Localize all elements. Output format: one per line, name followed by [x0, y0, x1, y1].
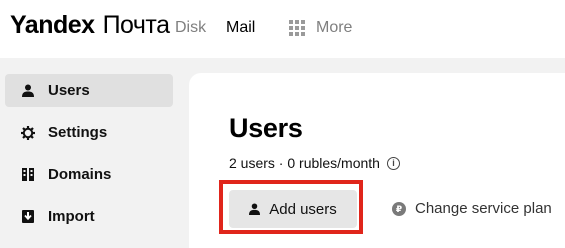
top-header: Yandex Почта Disk Mail More — [0, 0, 565, 58]
logo[interactable]: Yandex Почта — [10, 11, 170, 40]
sidebar-item-users[interactable]: Users — [5, 74, 173, 107]
logo-product: Почта — [102, 11, 170, 39]
import-icon — [21, 210, 35, 224]
nav-mail-link[interactable]: Mail — [226, 19, 255, 37]
nav-disk-link[interactable]: Disk — [175, 19, 206, 37]
user-icon — [21, 84, 35, 98]
users-summary-text: 2 users · 0 rubles/month — [229, 155, 380, 171]
sidebar: Users Settings Domains Import — [0, 58, 185, 248]
domains-icon — [21, 168, 35, 182]
ruble-icon: ₽ — [392, 201, 406, 216]
sidebar-item-import[interactable]: Import — [5, 200, 173, 233]
page-title: Users — [229, 113, 303, 143]
add-users-label: Add users — [269, 200, 337, 218]
logo-brand: Yandex — [10, 11, 95, 39]
sidebar-item-label: Domains — [48, 166, 112, 183]
change-service-plan-link[interactable]: ₽ Change service plan — [392, 200, 552, 217]
nav-more-link[interactable]: More — [289, 19, 352, 37]
sidebar-item-settings[interactable]: Settings — [5, 116, 173, 149]
users-summary: 2 users · 0 rubles/month i — [229, 155, 400, 171]
apps-grid-icon — [289, 20, 305, 36]
sidebar-item-domains[interactable]: Domains — [5, 158, 173, 191]
info-icon[interactable]: i — [386, 156, 400, 170]
change-service-plan-label: Change service plan — [415, 200, 552, 217]
sidebar-item-label: Settings — [48, 124, 108, 141]
add-users-button[interactable]: Add users — [229, 190, 357, 228]
nav-more-label: More — [316, 19, 353, 36]
sidebar-item-label: Users — [48, 82, 90, 99]
main-panel: Users 2 users · 0 rubles/month i Add use… — [189, 73, 565, 248]
user-icon — [249, 203, 261, 215]
sidebar-item-label: Import — [48, 208, 95, 225]
gear-icon — [21, 125, 35, 140]
